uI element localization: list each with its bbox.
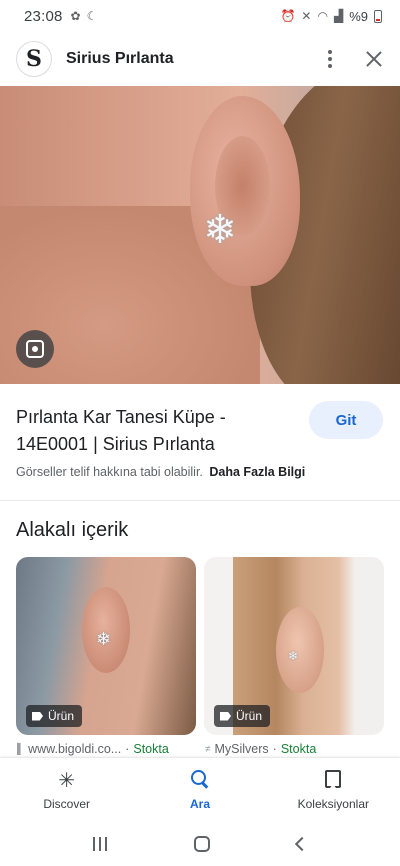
alarm-icon: ⏰ (280, 9, 296, 23)
snowflake-earring: ❄ (203, 208, 237, 252)
header-actions (326, 49, 384, 69)
copyright-notice: Görseller telif hakkına tabi olabilir. D… (16, 465, 305, 479)
result-title[interactable]: Pırlanta Kar Tanesi Küpe - 14E0001 | Sir… (16, 404, 286, 458)
copyright-text: Görseller telif hakkına tabi olabilir. (16, 465, 203, 479)
collections-icon (325, 769, 342, 792)
moon-icon: ☾ (86, 9, 98, 23)
product-chip: Ürün (214, 705, 271, 727)
sheet-header: S Sirius Pırlanta (0, 32, 400, 86)
tag-icon (220, 711, 231, 721)
status-bar: 23:08 ✿ ☾ ⏰ ✕ ◠ ▟ %9 (0, 0, 400, 32)
wifi-icon: ◠ (317, 9, 328, 23)
tag-icon (32, 711, 43, 721)
favicon-icon: ≠ (205, 743, 211, 755)
close-icon[interactable] (364, 49, 384, 69)
status-time: 23:08 (24, 7, 63, 25)
preview-image[interactable]: ❄ (0, 86, 400, 384)
favicon-icon: ▌ (17, 743, 25, 755)
nav-label: Koleksiyonlar (297, 796, 369, 811)
lens-icon (26, 340, 44, 358)
card-source[interactable]: ▌ www.bigoldi.co... · Stokta (17, 742, 169, 756)
card-image-earring: ❄ (288, 649, 299, 663)
section-divider (0, 500, 400, 501)
asterisk-icon: ✳ (58, 769, 76, 792)
footprint-icon: ✿ (70, 9, 81, 23)
system-navigation (0, 822, 400, 866)
source-domain: www.bigoldi.co... (28, 742, 122, 756)
related-card[interactable]: ❄ Ürün (16, 557, 196, 735)
mute-icon: ✕ (301, 9, 312, 23)
more-options-icon[interactable] (326, 50, 334, 68)
bottom-navigation: ✳ Discover Ara Koleksiyonlar (0, 758, 400, 822)
lens-search-button[interactable] (16, 330, 54, 368)
nav-search[interactable]: Ara (133, 758, 266, 822)
battery-percent: %9 (349, 8, 368, 24)
battery-icon (374, 9, 382, 23)
product-chip-label: Ürün (236, 709, 263, 723)
card-image-earring: ❄ (96, 629, 112, 649)
nav-discover[interactable]: ✳ Discover (0, 758, 133, 822)
separator-dot: · (125, 742, 130, 756)
related-card[interactable]: ❄ Ürün (204, 557, 384, 735)
search-icon (190, 769, 209, 792)
back-icon[interactable] (294, 836, 309, 852)
source-domain: MySilvers (214, 742, 269, 756)
nav-label: Ara (189, 796, 210, 811)
stock-status: Stokta (280, 742, 317, 756)
stock-status: Stokta (133, 742, 169, 756)
card-image-ear (276, 607, 324, 693)
notification-icons: ✿ ☾ (71, 9, 98, 23)
home-icon[interactable] (193, 836, 210, 852)
result-info: Pırlanta Kar Tanesi Küpe - 14E0001 | Sir… (0, 384, 400, 500)
recent-apps-icon[interactable] (93, 837, 108, 851)
related-heading: Alakalı içerik (16, 519, 129, 541)
signal-icon: ▟ (333, 9, 344, 23)
nav-collections[interactable]: Koleksiyonlar (267, 758, 400, 822)
system-indicators: ⏰ ✕ ◠ ▟ %9 (280, 9, 382, 24)
nav-label: Discover (43, 796, 90, 811)
site-logo[interactable]: S (16, 41, 52, 77)
product-chip: Ürün (26, 705, 83, 727)
site-name[interactable]: Sirius Pırlanta (66, 50, 174, 68)
product-chip-label: Ürün (48, 709, 75, 723)
more-info-link[interactable]: Daha Fazla Bilgi (209, 465, 305, 479)
card-source[interactable]: ≠ MySilvers · Stokta (205, 742, 316, 756)
visit-button[interactable]: Git (309, 401, 383, 439)
separator-dot: · (272, 742, 277, 756)
